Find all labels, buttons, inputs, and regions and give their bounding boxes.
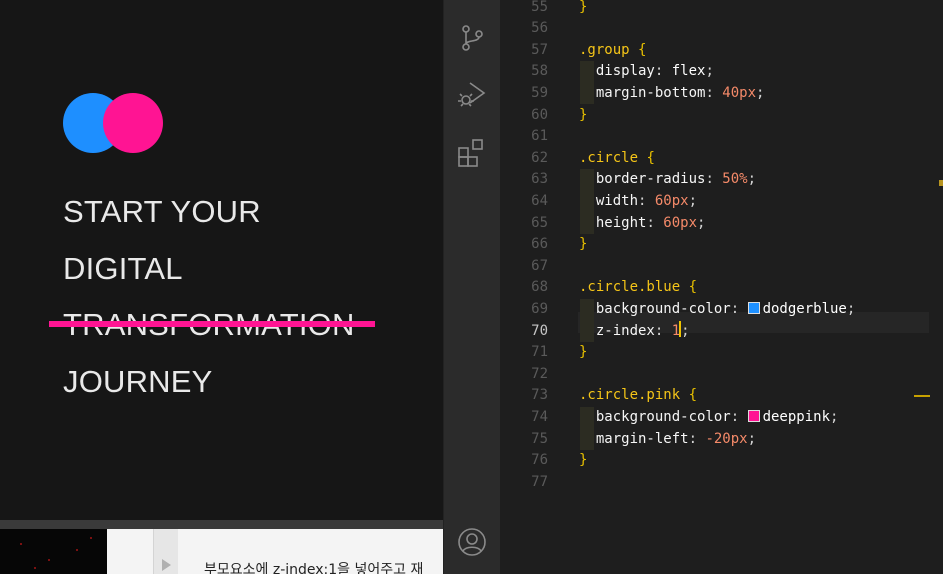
line-number: 70 [531, 322, 548, 339]
line-code: z-index: 1; [595, 320, 690, 339]
line-code: margin-left: -20px; [595, 430, 757, 447]
comment-arrow-icon[interactable] [162, 559, 171, 571]
line-code: } [579, 0, 588, 15]
activity-bar [443, 0, 501, 574]
line-number: 72 [531, 365, 548, 382]
line-code: margin-bottom: 40px; [595, 84, 765, 101]
comment-text: 부모요소에 z-index:1을 넣어주고 재 [204, 562, 424, 574]
code-line[interactable]: 72 [500, 364, 943, 386]
line-number: 69 [531, 300, 548, 317]
scrollbar-marker [939, 180, 943, 186]
code-line[interactable]: 77 [500, 472, 943, 494]
line-number: 57 [531, 41, 548, 58]
strikethrough-bar [49, 321, 375, 327]
code-line[interactable]: 67 [500, 256, 943, 278]
code-line[interactable]: 76} [500, 450, 943, 472]
line-number: 71 [531, 344, 548, 361]
strip-divider [0, 520, 443, 529]
code-line[interactable]: 70 z-index: 1; [500, 320, 943, 343]
headline-line-4: JOURNEY [63, 364, 213, 399]
code-line[interactable]: 58 display: flex; [500, 61, 943, 83]
line-number: 61 [531, 128, 548, 145]
code-line[interactable]: 75 margin-left: -20px; [500, 429, 943, 451]
line-number: 75 [531, 430, 548, 447]
line-code: } [579, 452, 588, 469]
line-code: } [579, 344, 588, 361]
line-number: 55 [531, 0, 548, 15]
line-code: } [579, 106, 588, 123]
headline-line-1: START YOUR [63, 194, 261, 229]
line-code: height: 60px; [595, 214, 706, 231]
line-code: border-radius: 50%; [595, 171, 757, 188]
line-code: .circle { [579, 149, 655, 166]
line-code: .circle.pink { [579, 387, 698, 404]
code-line[interactable]: 56 [500, 18, 943, 40]
headline-line-2: DIGITAL [63, 251, 183, 286]
code-line[interactable]: 74 background-color: deeppink; [500, 407, 943, 429]
line-number: 77 [531, 473, 548, 490]
preview-pane: START YOUR DIGITAL TRANSFORMATION JOURNE… [0, 0, 443, 520]
code-line[interactable]: 60} [500, 105, 943, 127]
code-line[interactable]: 57 .group { [500, 40, 943, 62]
line-code: background-color: deeppink; [595, 408, 839, 425]
line-number: 56 [531, 20, 548, 37]
code-line[interactable]: 68 .circle.blue { [500, 277, 943, 299]
line-code: .circle.blue { [579, 279, 698, 296]
line-number: 58 [531, 63, 548, 80]
line-code: width: 60px; [595, 192, 698, 209]
code-editor[interactable]: 55} 56 57 .group {58 display: flex; 59 margi… [500, 0, 943, 574]
line-number: 64 [531, 192, 548, 209]
code-line[interactable]: 59 margin-bottom: 40px; [500, 83, 943, 105]
extensions-icon[interactable] [456, 136, 488, 168]
line-number: 59 [531, 84, 548, 101]
line-number: 68 [531, 279, 548, 296]
account-icon[interactable] [456, 526, 488, 558]
line-number: 76 [531, 452, 548, 469]
line-number: 60 [531, 106, 548, 123]
line-number: 74 [531, 408, 548, 425]
code-line[interactable]: 65 height: 60px; [500, 213, 943, 235]
scrollbar-marker-2 [914, 395, 930, 397]
line-code: } [579, 236, 588, 253]
bottom-strip: 부모요소에 z-index:1을 넣어주고 재 [0, 520, 443, 574]
line-code: .group { [579, 41, 647, 58]
run-debug-icon[interactable] [456, 78, 488, 110]
video-thumbnail[interactable] [0, 529, 107, 574]
line-number: 63 [531, 171, 548, 188]
line-number: 65 [531, 214, 548, 231]
code-line[interactable]: 73 .circle.pink { [500, 385, 943, 407]
code-line[interactable]: 71} [500, 342, 943, 364]
line-number: 66 [531, 236, 548, 253]
pink-circle [103, 93, 163, 153]
code-line[interactable]: 62 .circle { [500, 148, 943, 170]
code-line[interactable]: 69 background-color: dodgerblue; [500, 299, 943, 321]
code-line[interactable]: 61 [500, 126, 943, 148]
code-line[interactable]: 55} [500, 0, 943, 18]
code-line[interactable]: 64 width: 60px; [500, 191, 943, 213]
code-line[interactable]: 66} [500, 234, 943, 256]
line-number: 67 [531, 257, 548, 274]
line-code: background-color: dodgerblue; [595, 300, 856, 317]
code-line[interactable]: 63 border-radius: 50%; [500, 169, 943, 191]
source-control-icon[interactable] [456, 22, 488, 54]
circle-group [63, 93, 163, 153]
line-number: 73 [531, 387, 548, 404]
line-code: display: flex; [595, 63, 714, 80]
line-number: 62 [531, 149, 548, 166]
